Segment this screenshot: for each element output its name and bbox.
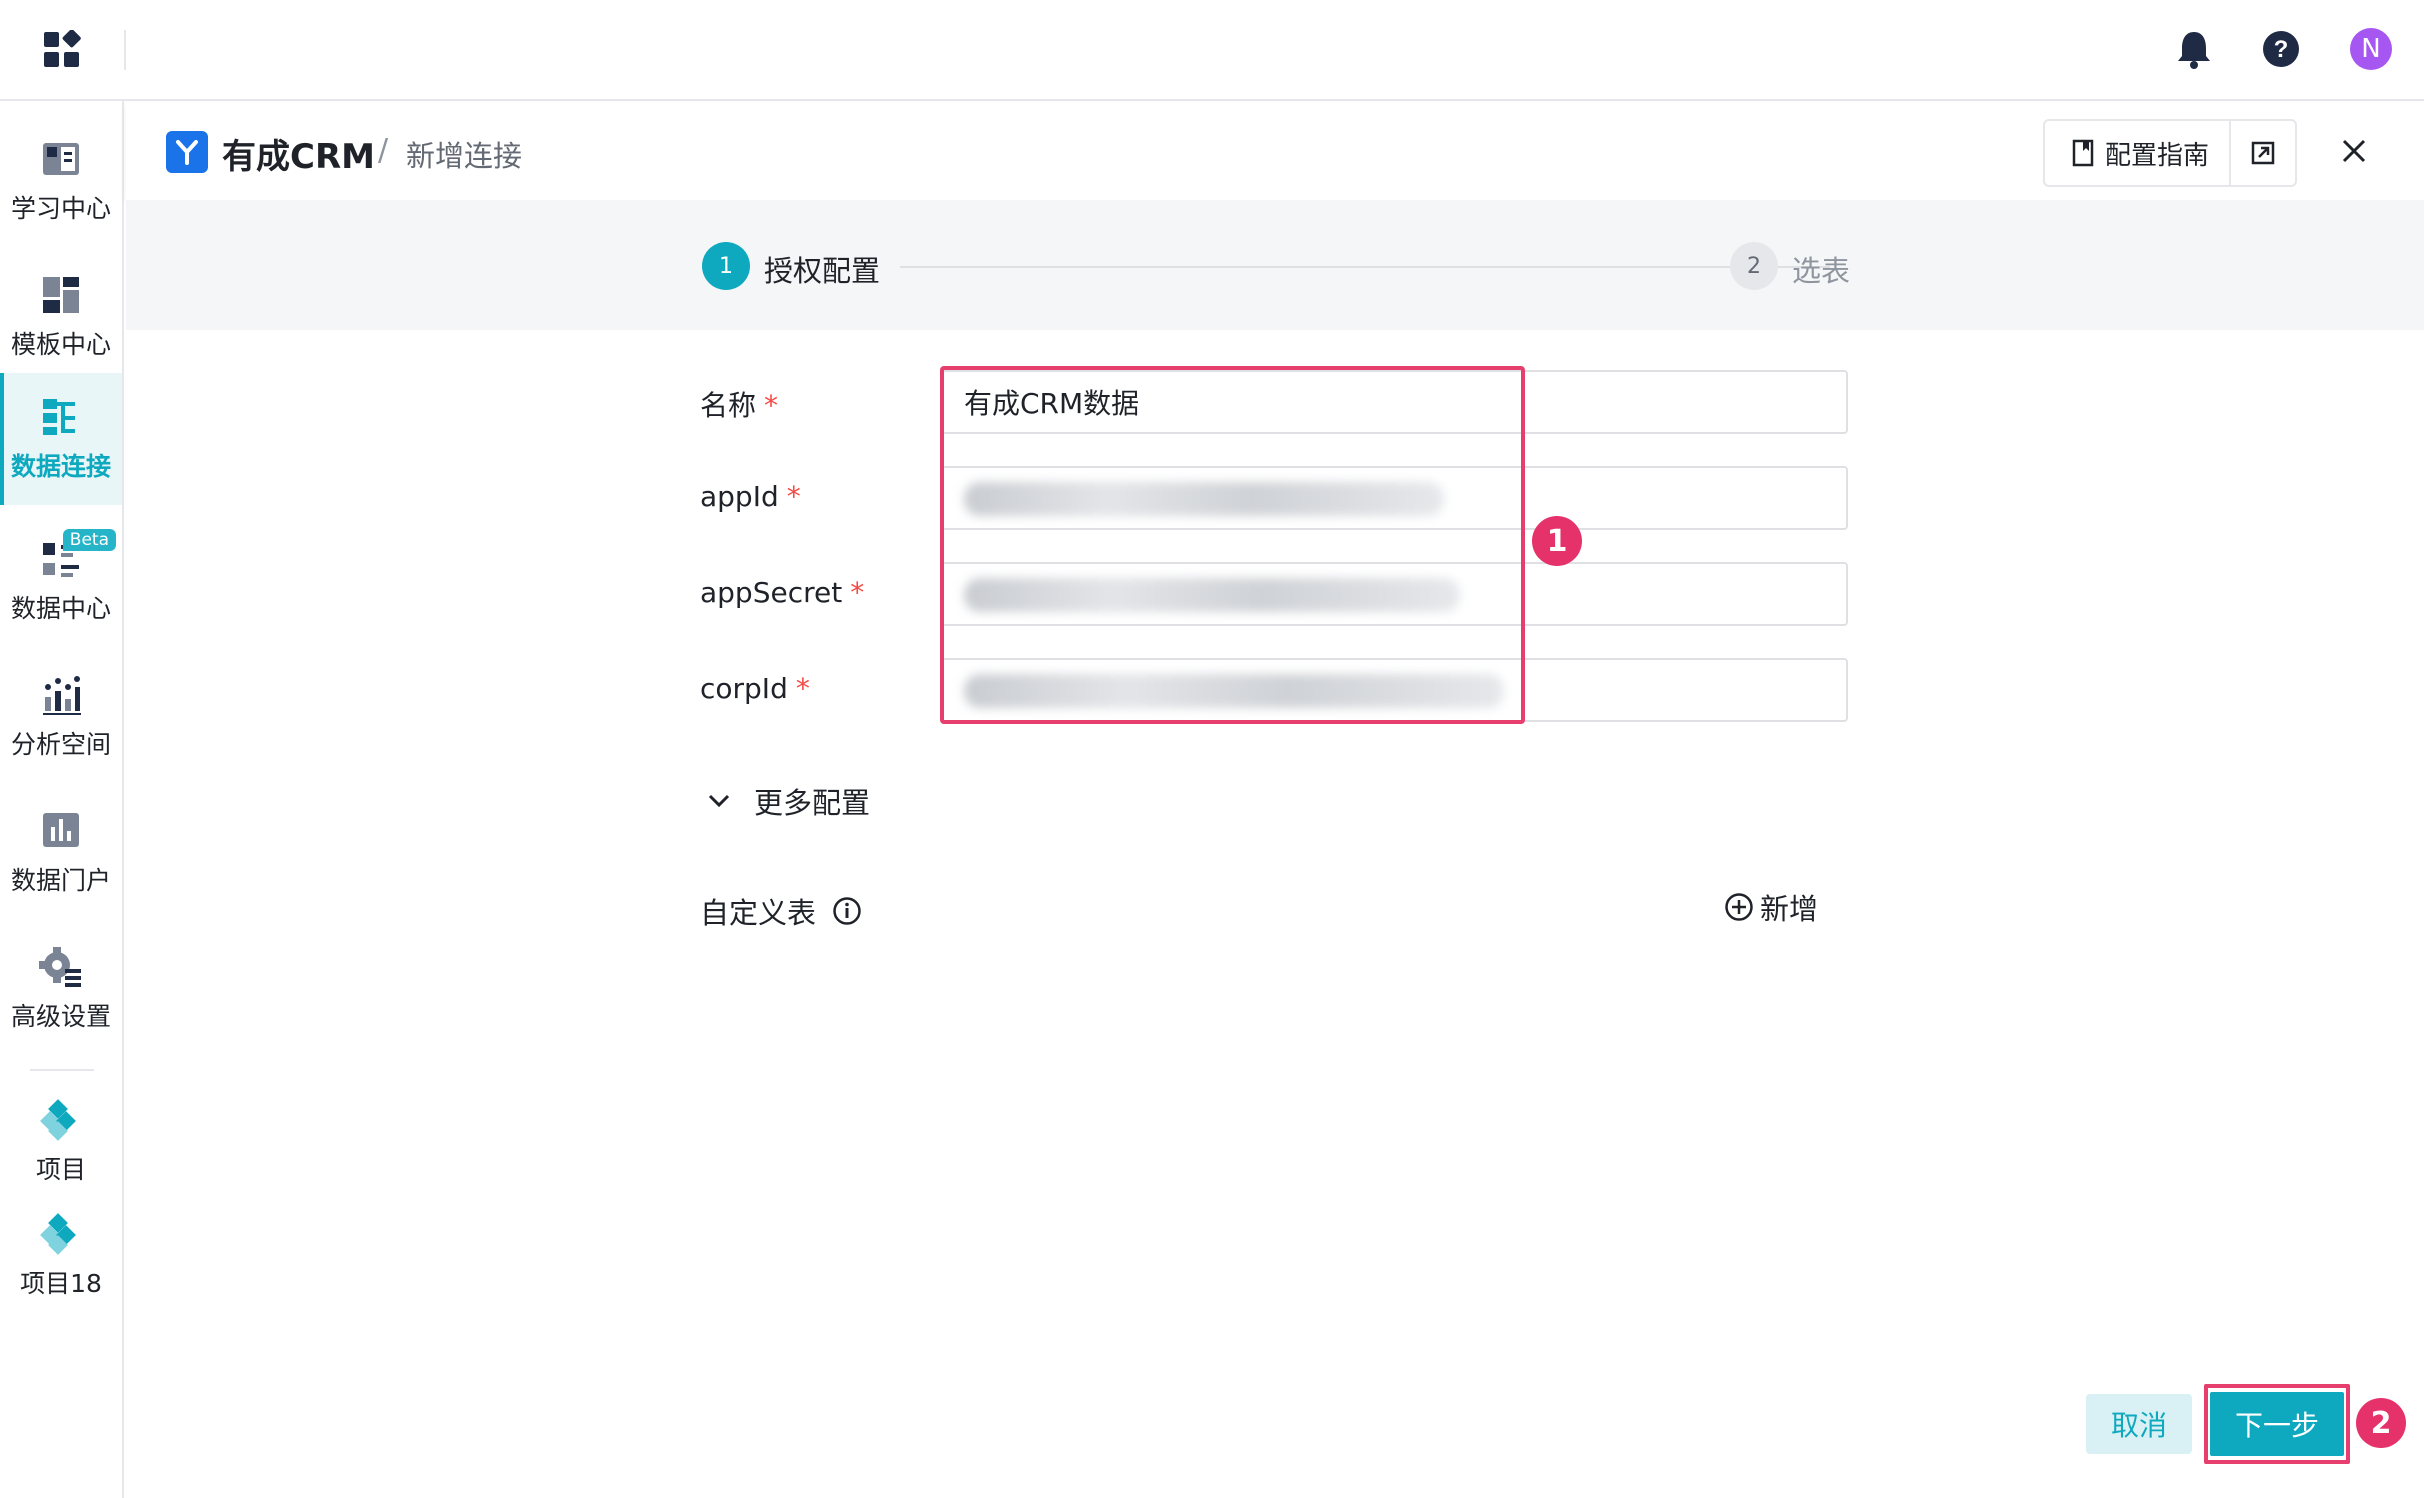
- step-connector: [900, 266, 1830, 268]
- svg-text:?: ?: [2274, 36, 2289, 63]
- steps-bar: 1 授权配置 2 选表: [126, 200, 2424, 330]
- more-config-label: 更多配置: [754, 786, 871, 820]
- appsecret-label-text: appSecret: [700, 576, 843, 609]
- step-1-label: 授权配置: [764, 254, 881, 288]
- sidebar-item-advanced-settings[interactable]: 高级设置: [0, 923, 122, 1055]
- breadcrumb-separator: /: [378, 133, 389, 168]
- close-icon: [2342, 139, 2366, 163]
- chevron-down-icon: [708, 794, 730, 808]
- corpid-label: corpId *: [700, 672, 810, 705]
- bookmark-icon: [2072, 139, 2094, 167]
- sidebar-item-analysis[interactable]: 分析空间: [0, 651, 122, 783]
- name-input-value: 有成CRM数据: [964, 387, 1140, 420]
- appsecret-label: appSecret *: [700, 576, 864, 609]
- guide-toolbar: 配置指南: [2043, 119, 2297, 187]
- sidebar-item-portal[interactable]: 数据门户: [0, 787, 122, 919]
- sidebar-item-learning[interactable]: 学习中心: [0, 115, 122, 247]
- sidebar-separator: [30, 1069, 94, 1071]
- name-label: 名称 *: [700, 384, 778, 424]
- more-config-toggle[interactable]: 更多配置: [706, 780, 870, 822]
- page-title: 有成CRM: [222, 137, 375, 177]
- project-icon: [40, 1213, 76, 1255]
- sidebar-item-label: 数据中心: [10, 594, 111, 623]
- name-label-text: 名称: [700, 389, 757, 422]
- sidebar-item-label: 分析空间: [10, 730, 111, 759]
- cancel-button[interactable]: 取消: [2086, 1394, 2192, 1454]
- step-2-label: 选表: [1792, 254, 1851, 288]
- sidebar-item-label: 高级设置: [10, 1002, 111, 1031]
- required-mark: *: [764, 389, 779, 422]
- sidebar-item-label: 学习中心: [10, 194, 111, 223]
- appsecret-input[interactable]: [940, 562, 1848, 626]
- sidebar-item-data-connection[interactable]: 数据连接: [0, 373, 122, 505]
- analysis-icon: [43, 676, 81, 715]
- book-icon: [43, 143, 79, 175]
- config-guide-button[interactable]: 配置指南: [2045, 121, 2231, 185]
- next-step-button[interactable]: 下一步: [2210, 1392, 2344, 1456]
- sidebar-item-label: 数据门户: [10, 866, 111, 895]
- plus-circle-icon: [1725, 893, 1753, 921]
- beta-badge: Beta: [62, 529, 116, 551]
- close-button[interactable]: [2334, 131, 2374, 171]
- required-mark: *: [795, 672, 810, 705]
- data-connect-icon: [43, 399, 75, 435]
- appid-input[interactable]: [940, 466, 1848, 530]
- corpid-label-text: corpId: [700, 672, 788, 705]
- step-2-number: 2: [1730, 242, 1778, 290]
- brand-y-icon: [176, 140, 198, 165]
- avatar[interactable]: N: [2350, 28, 2392, 70]
- bell-icon[interactable]: [2174, 28, 2214, 70]
- sidebar-item-templates[interactable]: 模板中心: [0, 251, 122, 383]
- apps-grid-icon[interactable]: [42, 30, 82, 70]
- top-bar: ? N: [0, 0, 2424, 101]
- corpid-input[interactable]: [940, 658, 1848, 722]
- portal-icon: [43, 813, 79, 847]
- redacted-value: [964, 578, 1460, 612]
- add-custom-table-button[interactable]: 新增: [1724, 886, 1818, 928]
- annotation-badge-1: 1: [1532, 516, 1582, 566]
- redacted-value: [964, 482, 1444, 516]
- sidebar-item-label: 项目18: [20, 1269, 102, 1298]
- sidebar-project[interactable]: 项目: [0, 1087, 122, 1197]
- sidebar: 学习中心 模板中心 数据连接 Beta 数据中心 分析空间 数据门户 高级设置 …: [0, 101, 124, 1498]
- required-mark: *: [786, 480, 801, 513]
- project-icon: [40, 1099, 76, 1141]
- custom-table-section: 自定义表: [700, 890, 862, 932]
- add-label: 新增: [1760, 892, 1819, 926]
- page-header: 有成CRM / 新增连接 配置指南: [126, 103, 2424, 200]
- required-mark: *: [850, 576, 865, 609]
- sidebar-item-label: 数据连接: [10, 452, 111, 481]
- appid-label-text: appId: [700, 480, 779, 513]
- help-icon[interactable]: ?: [2262, 30, 2300, 68]
- redacted-value: [964, 674, 1504, 708]
- breadcrumb-current: 新增连接: [406, 139, 523, 173]
- brand-logo: [166, 131, 208, 173]
- sidebar-item-label: 项目: [35, 1155, 86, 1184]
- annotation-badge-2: 2: [2356, 1398, 2406, 1448]
- open-external-button[interactable]: [2231, 121, 2295, 185]
- sidebar-item-data-center[interactable]: Beta 数据中心: [0, 515, 122, 647]
- sidebar-item-label: 模板中心: [10, 330, 111, 359]
- template-icon: [43, 277, 79, 313]
- appid-label: appId *: [700, 480, 801, 513]
- gear-icon: [39, 947, 81, 987]
- topbar-divider: [124, 30, 126, 70]
- custom-table-label: 自定义表: [700, 896, 817, 930]
- external-link-icon: [2251, 141, 2275, 165]
- step-1-number: 1: [702, 242, 750, 290]
- name-input[interactable]: 有成CRM数据: [940, 370, 1848, 434]
- info-icon[interactable]: [832, 896, 862, 926]
- sidebar-project-18[interactable]: 项目18: [0, 1201, 122, 1311]
- config-guide-label: 配置指南: [2105, 140, 2210, 171]
